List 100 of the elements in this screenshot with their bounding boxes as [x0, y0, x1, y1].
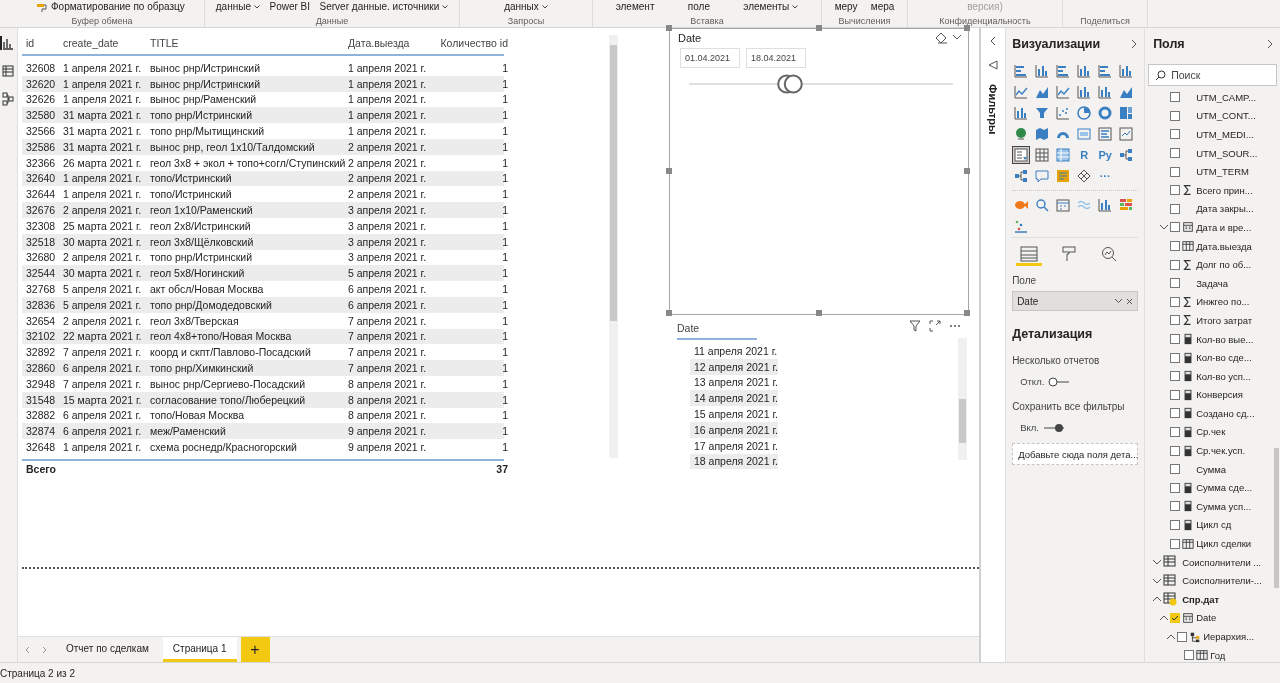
checkbox[interactable] [1170, 241, 1181, 252]
field-name[interactable]: Иерархия... [1203, 631, 1255, 642]
field-name[interactable]: UTM_MEDI... [1196, 129, 1254, 140]
chevron-icon[interactable] [952, 32, 962, 42]
field-name[interactable]: Цикл сделки [1196, 538, 1252, 550]
checkbox[interactable] [1177, 631, 1188, 642]
list-icon[interactable] [1096, 125, 1115, 143]
checkbox[interactable] [1170, 92, 1181, 103]
checkbox[interactable] [1170, 148, 1181, 159]
ribbon-command[interactable]: Power BI [269, 1, 311, 12]
field-name[interactable]: Цикл сд [1196, 519, 1232, 531]
checkbox[interactable] [1170, 315, 1181, 326]
field-name[interactable]: Год [1210, 649, 1226, 661]
checkbox[interactable] [1184, 650, 1195, 661]
chevron-icon[interactable] [989, 36, 998, 46]
column-header[interactable]: Дата.выезда [348, 37, 440, 49]
column-header[interactable]: Date [677, 322, 757, 340]
checkbox[interactable] [1170, 538, 1181, 549]
scrollbar[interactable] [609, 35, 618, 458]
checkbox[interactable] [1170, 278, 1181, 289]
calendar-icon[interactable] [1054, 196, 1073, 214]
field-name[interactable]: UTM_SOUR... [1196, 147, 1258, 159]
table-name[interactable]: Соисполнители-... [1182, 575, 1262, 587]
column-header[interactable]: TITLE [150, 37, 348, 49]
resize-handle[interactable] [964, 25, 970, 31]
ribbon-command[interactable]: элементы [743, 1, 799, 12]
scrollbar[interactable] [958, 338, 967, 460]
column-header[interactable]: Количество id [440, 37, 508, 49]
field-name[interactable]: Кол-во сде... [1196, 352, 1252, 364]
field-well[interactable]: Date [1012, 291, 1139, 311]
resize-handle[interactable] [666, 168, 672, 174]
chevron-icon[interactable] [1266, 39, 1274, 49]
visual-type-button[interactable]: Py [1096, 146, 1115, 164]
eraser-icon[interactable] [934, 32, 948, 44]
ribbon-command[interactable]: меру [834, 1, 858, 12]
field-name[interactable]: Дата.выезда [1196, 240, 1252, 252]
field-name[interactable]: UTM_CONT... [1196, 110, 1256, 122]
resize-handle[interactable] [816, 310, 822, 316]
checkbox[interactable] [1170, 185, 1181, 196]
checkbox[interactable] [1170, 464, 1181, 475]
checkbox[interactable] [1170, 334, 1181, 344]
more-options-icon[interactable] [949, 324, 961, 328]
ribbon-command[interactable]: Server данные. источники [319, 1, 449, 12]
checkbox[interactable] [1170, 352, 1181, 363]
field-name[interactable]: Задача [1196, 277, 1228, 289]
checkbox[interactable] [1170, 203, 1181, 214]
table-name[interactable]: Соисполнители ... [1182, 556, 1262, 568]
field-name[interactable]: Кол-во вые... [1196, 333, 1254, 345]
field-name[interactable]: Ср.чек.усп. [1196, 445, 1246, 457]
ribbon-command[interactable]: Форматирование по образцу [36, 1, 185, 12]
ribbon-command[interactable]: данных [504, 1, 548, 12]
filter-icon[interactable] [909, 320, 921, 332]
ribbon-command[interactable]: элемент [615, 1, 655, 12]
field-name[interactable]: Конверсия [1196, 389, 1243, 401]
checkbox[interactable] [1170, 389, 1181, 400]
table-icon[interactable] [0, 64, 14, 78]
field-name[interactable]: UTM_TERM [1196, 166, 1249, 178]
field-name[interactable]: UTM_CAMP... [1196, 91, 1257, 103]
checkbox[interactable] [1170, 371, 1181, 382]
field-name[interactable]: Сумма усп... [1196, 500, 1252, 512]
start-date-field[interactable]: 01.04.2021 [680, 48, 740, 68]
table-name[interactable]: Спр.дат [1182, 593, 1220, 605]
checkbox[interactable] [1170, 519, 1181, 530]
field-name[interactable]: Date [1196, 612, 1217, 624]
model-view-icon[interactable] [0, 92, 14, 106]
end-date-field[interactable]: 18.04.2021 [746, 48, 806, 68]
field-name[interactable]: Дата закры... [1196, 203, 1254, 215]
report-view-icon[interactable] [0, 36, 14, 50]
slicer-icon[interactable] [1012, 146, 1031, 164]
field-name[interactable]: Сумма [1196, 463, 1226, 475]
resize-handle[interactable] [816, 25, 822, 31]
field-name[interactable]: Итого затрат [1196, 314, 1253, 326]
checkbox[interactable] [1170, 110, 1181, 121]
checkbox[interactable] [1170, 612, 1181, 623]
close-icon[interactable] [1126, 297, 1134, 305]
field-name[interactable]: Инжгео по... [1196, 296, 1250, 308]
ribbon-command[interactable]: данные [215, 1, 260, 12]
resize-handle[interactable] [964, 310, 970, 316]
add-page-button[interactable]: + [240, 637, 270, 662]
checkbox[interactable] [1170, 427, 1181, 437]
checkbox[interactable] [1170, 222, 1181, 233]
drop-zone[interactable]: Добавьте сюда поля дета... [1012, 443, 1139, 465]
field-name[interactable]: Кол-во усп... [1196, 370, 1251, 382]
field-name[interactable]: Создано сд... [1196, 407, 1255, 419]
pie-chart-icon[interactable] [1075, 104, 1094, 122]
field-name[interactable]: Ср.чек [1196, 426, 1226, 438]
fields-tab[interactable] [1016, 244, 1043, 266]
ribbon-command[interactable]: поле [687, 1, 710, 12]
checkbox[interactable] [1170, 445, 1181, 456]
focus-mode-icon[interactable] [929, 320, 941, 332]
column-header[interactable]: create_date [63, 37, 150, 49]
checkbox[interactable] [1170, 296, 1181, 307]
checkbox[interactable] [1170, 501, 1181, 512]
visual-type-button[interactable]: R [1075, 146, 1094, 164]
ribbon-command[interactable]: мера [870, 1, 895, 12]
scrollbar[interactable] [1274, 448, 1279, 588]
search-field[interactable]: Поиск [1148, 64, 1277, 86]
resize-handle[interactable] [666, 310, 672, 316]
column-header[interactable]: id [26, 37, 63, 49]
checkbox[interactable] [1170, 482, 1181, 493]
